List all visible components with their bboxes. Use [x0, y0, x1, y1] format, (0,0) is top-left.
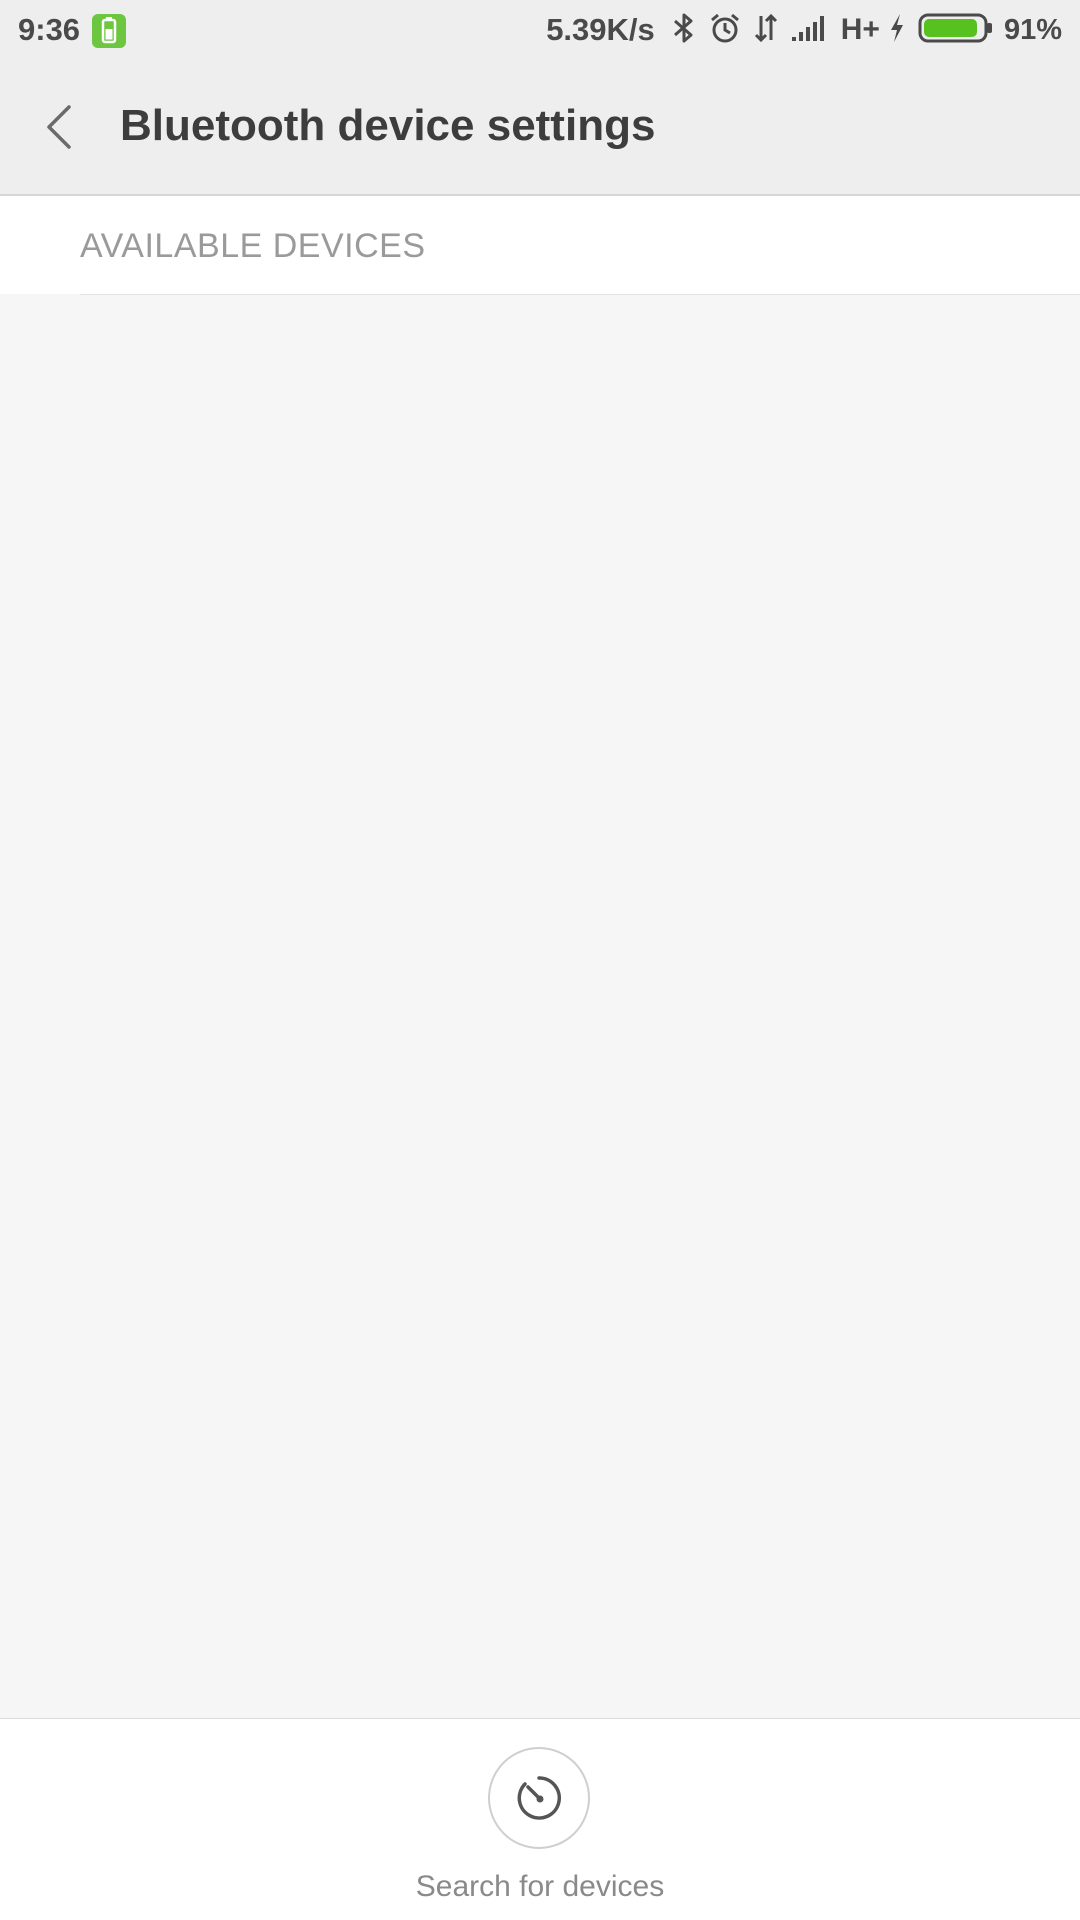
network-type: H+ — [840, 13, 880, 46]
bluetooth-settings-screen: 9:36 5.39K/s H+ 91% Bluetooth device set… — [0, 0, 1080, 1920]
action-bar: Bluetooth device settings — [0, 60, 1080, 196]
data-arrows-icon — [753, 12, 779, 49]
status-icons: 5.39K/s H+ 91% — [546, 0, 1062, 60]
network-speed: 5.39K/s — [546, 12, 655, 47]
available-devices-header: AVAILABLE DEVICES — [0, 196, 1080, 294]
status-time: 9:36 — [18, 12, 81, 47]
page-title: Bluetooth device settings — [120, 101, 656, 150]
battery-percent: 91% — [1003, 13, 1062, 46]
device-list — [0, 296, 1080, 1718]
back-button[interactable] — [30, 88, 100, 164]
charging-icon — [888, 13, 906, 48]
signal-icon — [791, 14, 829, 47]
battery-app-icon — [92, 14, 126, 48]
search-devices-label[interactable]: Search for devices — [0, 1869, 1080, 1905]
radar-scan-icon — [517, 1776, 561, 1820]
divider — [80, 294, 1080, 295]
bluetooth-icon — [671, 12, 697, 49]
section-title: AVAILABLE DEVICES — [80, 227, 426, 265]
chevron-left-icon — [47, 105, 71, 149]
bottom-action-bar: Search for devices — [0, 1718, 1080, 1920]
search-devices-button[interactable] — [488, 1747, 590, 1849]
alarm-icon — [709, 12, 741, 49]
status-bar: 9:36 5.39K/s H+ 91% — [0, 0, 1080, 60]
battery-icon — [918, 12, 994, 49]
